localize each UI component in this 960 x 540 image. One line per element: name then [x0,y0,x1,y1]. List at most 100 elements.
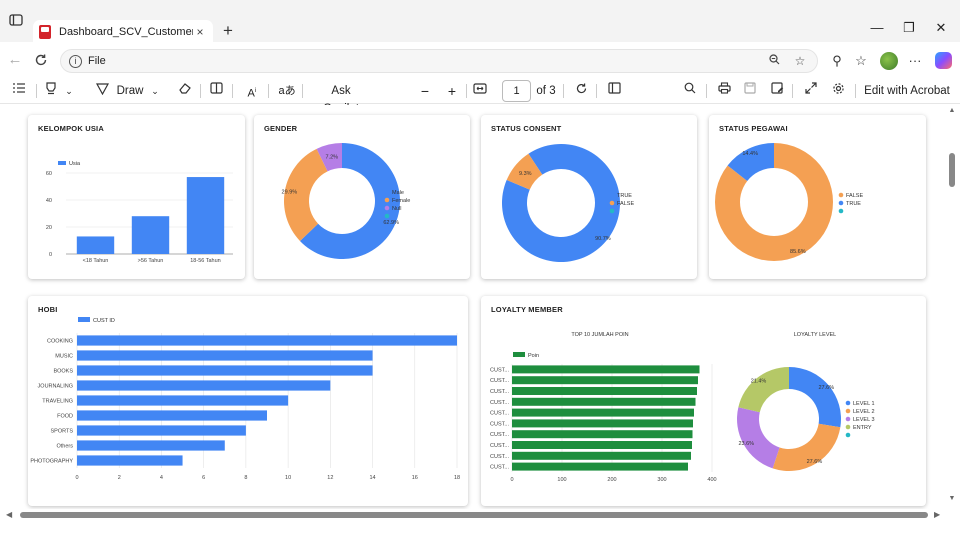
search-icon[interactable] [682,82,698,100]
bar [512,397,696,406]
page-total: of 3 [536,85,556,97]
draw-pen-icon[interactable] [94,82,110,100]
scroll-left-arrow-icon[interactable]: ◀ [6,510,12,519]
gear-icon[interactable] [830,82,846,100]
scroll-down-arrow-icon[interactable]: ▼ [947,495,957,502]
legend-label: Usia [69,161,81,167]
fullscreen-icon[interactable] [803,82,819,100]
back-arrow-icon[interactable]: ← [6,51,24,69]
kelompok-usia-chart: 0 20 40 60 <18 Tahun >56 Tahun 18-56 Tahun Usia [46,161,233,264]
zoom-out-button[interactable]: − [418,82,432,100]
legend-swatch [78,317,90,322]
y-tick-label: COOKING [47,339,73,345]
edit-with-acrobat-button[interactable]: Edit with Acrobat [864,82,950,100]
contents-list-icon[interactable] [10,82,28,100]
tab-close-button[interactable]: × [193,25,207,39]
vertical-scrollbar[interactable]: ▲ ▼ [946,105,958,509]
page-view-icon[interactable] [606,82,622,100]
save-as-icon[interactable] [769,82,785,100]
translate-icon[interactable]: aあ [277,82,297,100]
draw-chevron-down-icon[interactable]: ⌄ [150,82,160,100]
read-aloud-icon[interactable]: Aⅰ [243,82,261,100]
slice-label: 27.6% [819,385,835,391]
favorites-icon[interactable]: ☆ [852,52,870,70]
x-tick-label: 18-56 Tahun [190,258,220,264]
y-tick-label: PHOTOGRAPHY [30,459,73,465]
draw-button[interactable]: Draw [116,82,144,100]
gender-chart: 62.9% 29.9% 7.2% Male Female Null [282,143,410,259]
horizontal-scroll-thumb[interactable] [20,512,928,518]
bar [186,177,225,254]
slice-label: 29.9% [282,189,298,195]
favorite-star-icon[interactable]: ☆ [791,54,809,68]
y-tick-label: CUST... [490,400,509,406]
reload-icon[interactable] [32,51,50,69]
address-text: File [88,55,106,67]
tab-actions-icon[interactable] [8,12,24,28]
legend-swatch [838,192,844,198]
highlight-icon[interactable] [44,82,58,100]
more-menu-icon[interactable]: ··· [906,52,924,70]
y-tick-label: 40 [46,198,52,204]
legend-label: Null [392,206,401,212]
slice-label: 23.6% [738,441,754,447]
copilot-icon[interactable] [935,52,952,69]
x-tick-label: 0 [75,475,78,481]
legend-label: Male [392,190,404,196]
rotate-icon[interactable] [573,82,589,100]
gender-card: GENDER 62.9% 29.9% 7.2% Male Female Null [254,115,470,279]
view-icon[interactable] [208,82,224,100]
legend-swatch [58,161,66,165]
maximize-button[interactable]: ❐ [894,20,924,36]
y-tick-label: SPORTS [50,429,73,435]
loyalty-member-chart: TOP 10 JUMLAH POIN LOYALTY LEVEL 0 100 200 30… [490,332,874,483]
y-tick-label: FOOD [57,414,73,420]
status-consent-chart: 90.7% 9.3% TRUE FALSE [502,144,634,262]
legend-swatch [845,400,851,406]
ask-copilot-button[interactable]: Ask Copilot [312,82,370,115]
y-tick-label: TRAVELING [42,399,73,405]
y-tick-label: CUST... [490,367,509,373]
save-icon[interactable] [742,82,758,100]
legend-label: TRUE [846,201,861,207]
y-tick-label: Others [56,444,73,450]
fit-page-icon[interactable] [472,82,488,100]
site-info-icon[interactable]: i [69,54,82,68]
slice-label: 7.2% [326,155,339,161]
y-tick-label: CUST... [490,411,509,417]
extensions-icon[interactable]: ⚲ [828,52,846,70]
page-number-input[interactable]: 1 [502,80,531,102]
y-tick-label: MUSIC [55,354,73,360]
bar [512,408,694,417]
legend-swatch [384,189,390,195]
horizontal-scrollbar[interactable]: ◀ ▶ [0,509,946,521]
new-tab-button[interactable]: + [219,21,237,41]
bar [512,462,688,471]
x-tick-label: 200 [607,477,616,483]
bar [77,410,267,421]
profile-avatar[interactable] [880,52,898,70]
eraser-icon[interactable] [176,82,192,100]
zoom-icon[interactable] [765,54,783,68]
zoom-in-button[interactable]: + [445,82,459,100]
x-tick-label: 12 [327,475,333,481]
scroll-up-arrow-icon[interactable]: ▲ [947,107,957,114]
address-field[interactable]: i File ☆ [60,49,818,73]
print-icon[interactable] [716,82,732,100]
bar [131,216,170,254]
legend-swatch [838,208,844,214]
slice-label: 9.3% [519,171,532,177]
slice-label: 62.9% [383,220,399,226]
legend-label: FALSE [846,193,863,199]
loyalty-member-card: LOYALTY MEMBER TOP 10 JUMLAH POIN LOYALTY… [481,296,926,506]
bar [76,236,115,254]
legend-swatch [513,352,525,357]
y-tick-label: BOOKS [53,369,73,375]
scroll-right-arrow-icon[interactable]: ▶ [934,510,940,519]
highlight-chevron-down-icon[interactable]: ⌄ [64,82,74,100]
minimize-button[interactable]: — [862,20,892,35]
tab-dashboard-pdf[interactable]: Dashboard_SCV_Customer[1].pdf × [33,20,213,43]
vertical-scroll-thumb[interactable] [949,153,955,187]
x-tick-label: 16 [412,475,418,481]
close-window-button[interactable]: ✕ [926,20,956,36]
